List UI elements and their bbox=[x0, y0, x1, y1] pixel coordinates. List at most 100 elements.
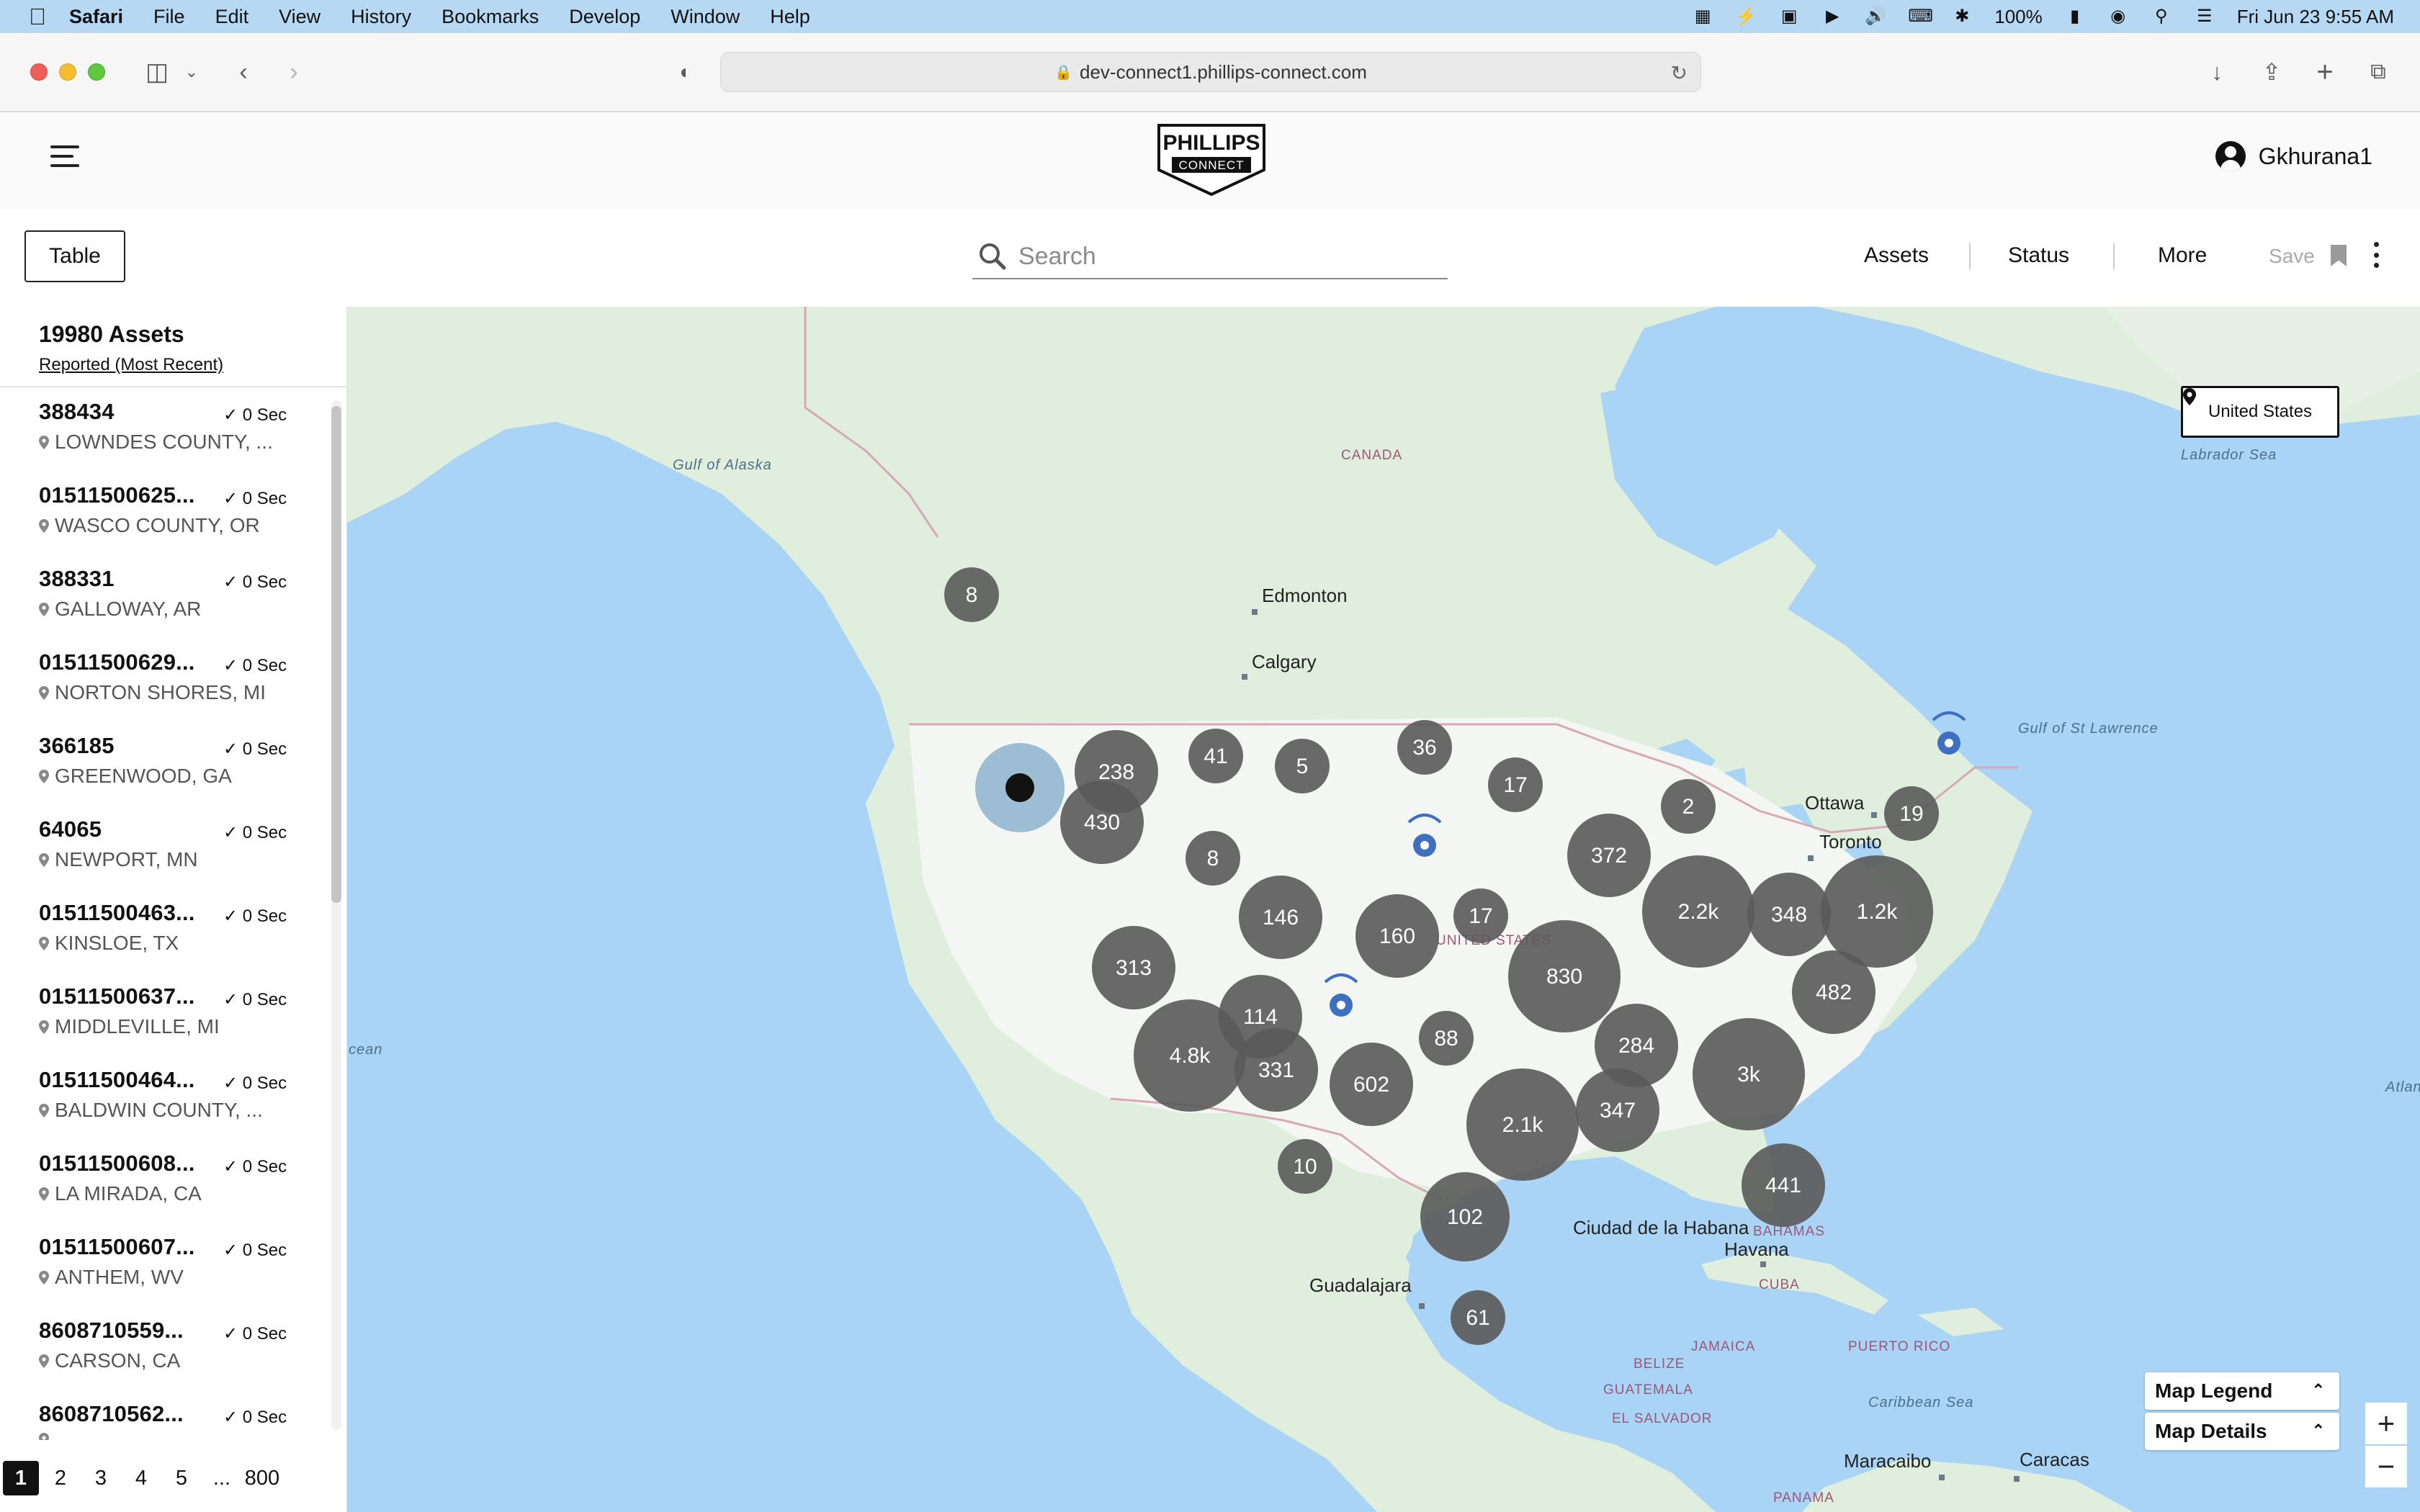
back-arrow-icon[interactable]: ‹ bbox=[229, 58, 258, 86]
asset-map[interactable]: Gulf of Alaska Labrador Sea Gulf of St Law… bbox=[347, 307, 2420, 1512]
more-options-icon[interactable] bbox=[2371, 242, 2381, 268]
menu-view[interactable]: View bbox=[279, 6, 321, 28]
map-legend-label: Map Legend bbox=[2155, 1380, 2273, 1402]
bluetooth-icon[interactable]: ✱ bbox=[1951, 7, 1973, 26]
asset-list-item[interactable]: 01511500637... ✓ 0 Sec MIDDLEVILLE, MI bbox=[0, 973, 331, 1057]
asset-location-text: GALLOWAY, AR bbox=[55, 598, 202, 620]
sidebar-menu-chevron-icon[interactable]: ⌄ bbox=[183, 58, 200, 86]
asset-list-item[interactable]: 8608710562... ✓ 0 Sec bbox=[0, 1391, 331, 1440]
save-button[interactable]: Save bbox=[2269, 245, 2315, 268]
signal-waves-icon bbox=[1324, 973, 1358, 984]
battery-icon[interactable]: ▮ bbox=[2064, 7, 2086, 26]
new-tab-icon[interactable]: + bbox=[2311, 58, 2339, 86]
region-selector[interactable]: United States bbox=[2181, 386, 2339, 438]
asset-list-item[interactable]: 8608710559... ✓ 0 Sec CARSON, CA bbox=[0, 1308, 331, 1391]
menu-edit[interactable]: Edit bbox=[215, 6, 249, 28]
city-label: Calgary bbox=[1252, 651, 1317, 672]
keyboard-icon[interactable]: ⌨ bbox=[1908, 7, 1933, 26]
forward-arrow-icon[interactable]: › bbox=[279, 58, 308, 86]
search-input[interactable] bbox=[1018, 242, 1422, 271]
privacy-shield-icon[interactable]: ◐ bbox=[673, 58, 699, 86]
search-box[interactable] bbox=[972, 235, 1448, 279]
asset-list-item[interactable]: 01511500608... ✓ 0 Sec LA MIRADA, CA bbox=[0, 1140, 331, 1224]
sidebar-toggle-icon[interactable]: ◫ bbox=[141, 58, 173, 86]
cluster-count: 238 bbox=[1098, 760, 1134, 784]
location-pin-icon bbox=[39, 1103, 49, 1117]
asset-list-item[interactable]: 01511500607... ✓ 0 Sec ANTHEM, WV bbox=[0, 1224, 331, 1308]
hamburger-menu-icon[interactable] bbox=[50, 145, 79, 167]
volume-icon[interactable]: 🔊 bbox=[1865, 7, 1886, 26]
apple-menu-icon[interactable]:  bbox=[29, 4, 46, 30]
tab-overview-icon[interactable]: ⧉ bbox=[2364, 58, 2393, 86]
asset-location-text: LOWNDES COUNTY, ... bbox=[55, 431, 273, 453]
user-menu[interactable]: Gkhurana1 bbox=[2215, 141, 2372, 171]
menu-status-area: ▦ ⚡ ▣ ▶ 🔊 ⌨ ✱ 100% ▮ ◉ ⚲ ☰ Fri Jun 23 9:… bbox=[1692, 0, 2394, 33]
zoom-in-button[interactable]: + bbox=[2365, 1403, 2407, 1444]
page-800-button[interactable]: 800 bbox=[243, 1461, 281, 1495]
bolt-app-icon[interactable]: ⚡ bbox=[1735, 7, 1757, 26]
menu-develop[interactable]: Develop bbox=[569, 6, 640, 28]
menu-bookmarks[interactable]: Bookmarks bbox=[442, 6, 539, 28]
selected-asset-marker[interactable] bbox=[1005, 773, 1034, 802]
menu-help[interactable]: Help bbox=[770, 6, 810, 28]
page-3-button[interactable]: 3 bbox=[82, 1461, 120, 1495]
bookmark-icon[interactable] bbox=[2331, 245, 2347, 266]
zoom-out-button[interactable]: − bbox=[2365, 1446, 2407, 1488]
asset-list-item[interactable]: 01511500464... ✓ 0 Sec BALDWIN COUNTY, ... bbox=[0, 1057, 331, 1140]
asset-last-report: ✓ 0 Sec bbox=[223, 1074, 287, 1093]
window-zoom-button[interactable] bbox=[88, 63, 105, 81]
location-pin-icon bbox=[39, 518, 49, 533]
asset-location: WASCO COUNTY, OR bbox=[39, 514, 331, 537]
table-view-button[interactable]: Table bbox=[24, 230, 125, 282]
play-icon[interactable]: ▶ bbox=[1821, 7, 1843, 26]
location-pin-icon bbox=[39, 1354, 49, 1368]
cluster-count: 8 bbox=[966, 583, 978, 607]
pagination-ellipsis: ... bbox=[212, 1466, 231, 1490]
page-5-button[interactable]: 5 bbox=[163, 1461, 200, 1495]
asset-list-item[interactable]: 64065 ✓ 0 Sec NEWPORT, MN bbox=[0, 806, 331, 890]
menu-datetime[interactable]: Fri Jun 23 9:55 AM bbox=[2237, 6, 2394, 28]
control-grid-icon[interactable]: ▦ bbox=[1692, 7, 1713, 26]
sort-selector[interactable]: Reported (Most Recent) bbox=[39, 355, 223, 375]
asset-last-report: ✓ 0 Sec bbox=[223, 739, 287, 759]
asset-list-item[interactable]: 01511500463... ✓ 0 Sec KINSLOE, TX bbox=[0, 890, 331, 973]
menu-window[interactable]: Window bbox=[671, 6, 740, 28]
asset-location-text: ANTHEM, WV bbox=[55, 1266, 184, 1288]
phillips-connect-logo[interactable]: PHILLIPS CONNECT bbox=[1156, 122, 1267, 197]
menu-file[interactable]: File bbox=[153, 6, 185, 28]
wifi-icon[interactable]: ◉ bbox=[2107, 7, 2129, 26]
spotlight-search-icon[interactable]: ⚲ bbox=[2151, 7, 2172, 26]
window-minimize-button[interactable] bbox=[59, 63, 76, 81]
map-details-button[interactable]: Map Details ⌃ bbox=[2145, 1413, 2339, 1450]
cluster-count: 4.8k bbox=[1170, 1044, 1211, 1068]
menu-app-name[interactable]: Safari bbox=[69, 6, 123, 28]
page-1-button[interactable]: 1 bbox=[3, 1461, 39, 1495]
page-4-button[interactable]: 4 bbox=[122, 1461, 160, 1495]
address-bar[interactable]: 🔒 dev-connect1.phillips-connect.com ↻ bbox=[720, 52, 1701, 92]
asset-list-item[interactable]: 01511500629... ✓ 0 Sec NORTON SHORES, MI bbox=[0, 639, 331, 723]
status-filter[interactable]: Status bbox=[2008, 243, 2069, 268]
share-icon[interactable]: ⇪ bbox=[2257, 58, 2286, 86]
assets-filter[interactable]: Assets bbox=[1864, 243, 1929, 268]
asset-last-report: ✓ 0 Sec bbox=[223, 405, 287, 425]
scrollbar-thumb[interactable] bbox=[331, 406, 341, 903]
window-close-button[interactable] bbox=[30, 63, 48, 81]
downloads-icon[interactable]: ↓ bbox=[2202, 58, 2231, 86]
asset-list-scrollbar[interactable] bbox=[331, 400, 341, 1430]
menu-history[interactable]: History bbox=[351, 6, 411, 28]
asset-location-text: MIDDLEVILLE, MI bbox=[55, 1015, 220, 1038]
map-legend-button[interactable]: Map Legend ⌃ bbox=[2145, 1372, 2339, 1410]
control-center-icon[interactable]: ☰ bbox=[2194, 7, 2215, 26]
badge-app-icon[interactable]: ▣ bbox=[1778, 7, 1800, 26]
asset-list-item[interactable]: 388331 ✓ 0 Sec GALLOWAY, AR bbox=[0, 556, 331, 639]
more-filter[interactable]: More bbox=[2158, 243, 2207, 268]
page-2-button[interactable]: 2 bbox=[42, 1461, 79, 1495]
reload-icon[interactable]: ↻ bbox=[1671, 61, 1688, 85]
water-label: Gulf of Alaska bbox=[673, 457, 772, 473]
asset-list-item[interactable]: 366185 ✓ 0 Sec GREENWOOD, GA bbox=[0, 723, 331, 806]
asset-last-report: ✓ 0 Sec bbox=[223, 823, 287, 842]
city-marker bbox=[1252, 609, 1258, 615]
asset-list-item[interactable]: 01511500625... ✓ 0 Sec WASCO COUNTY, OR bbox=[0, 472, 331, 556]
asset-list-item[interactable]: 388434 ✓ 0 Sec LOWNDES COUNTY, ... bbox=[0, 389, 331, 472]
cluster-count: 102 bbox=[1447, 1205, 1483, 1229]
